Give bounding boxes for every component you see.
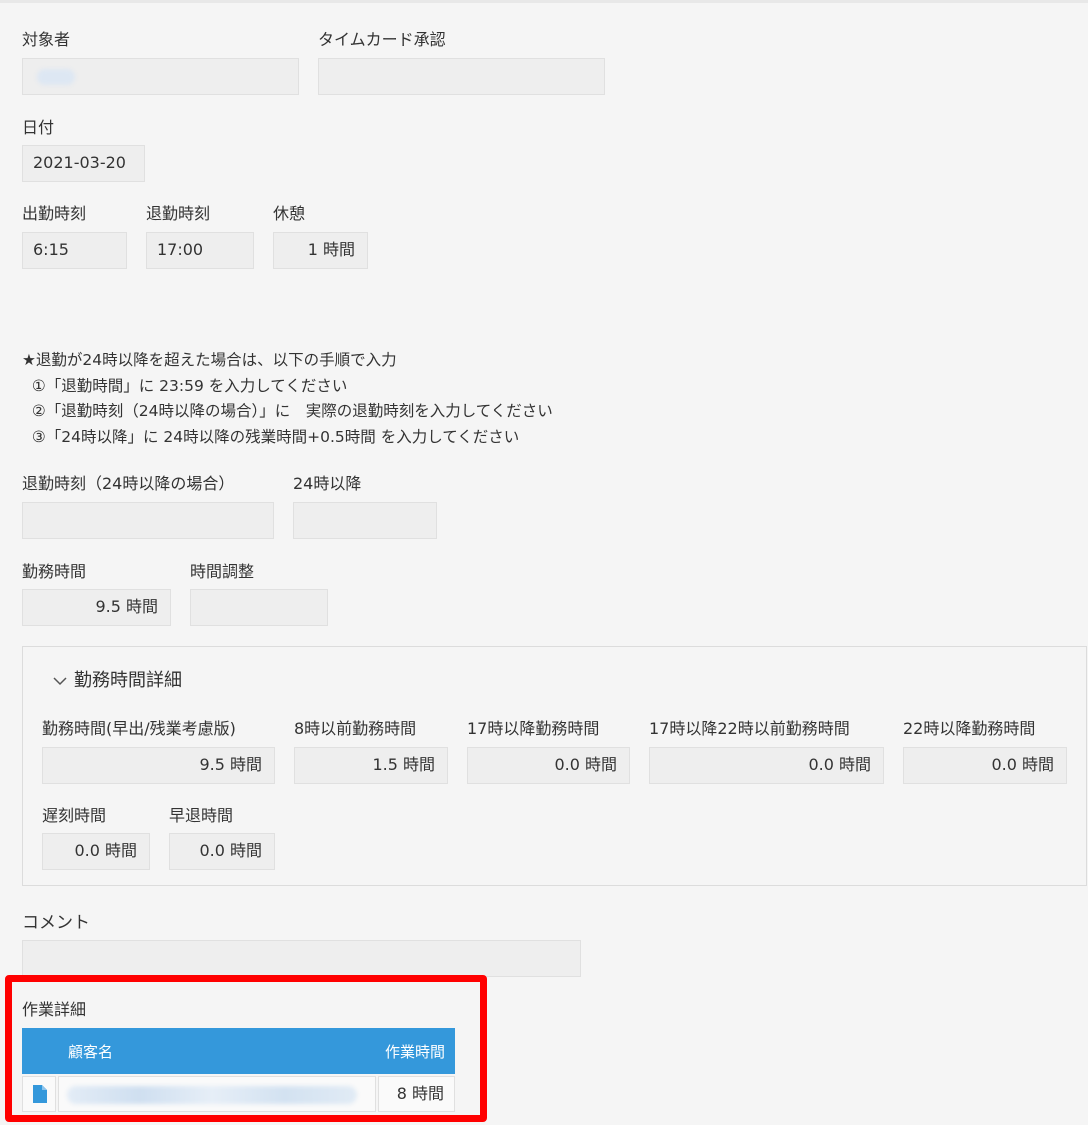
detail-label-5: 遅刻時間 <box>42 806 107 825</box>
date-field[interactable]: 2021-03-20 <box>22 145 145 182</box>
top-border <box>0 0 1088 3</box>
detail-field-1[interactable]: 1.5 時間 <box>294 747 448 784</box>
detail-value-3: 0.0 時間 <box>808 755 871 774</box>
work-hours-field[interactable]: 9.5 時間 <box>22 589 171 626</box>
date-label: 日付 <box>22 118 55 137</box>
timecard-label: タイムカード承認 <box>318 30 446 49</box>
detail-value-4: 0.0 時間 <box>991 755 1054 774</box>
detail-field-3[interactable]: 0.0 時間 <box>649 747 884 784</box>
clock-out-label: 退勤時刻 <box>146 204 211 223</box>
column-work-hours[interactable]: 作業時間 <box>385 1041 445 1062</box>
clock-out-after24-label: 退勤時刻（24時以降の場合） <box>22 474 235 493</box>
chevron-down-icon <box>53 677 67 686</box>
clock-in-field[interactable]: 6:15 <box>22 232 127 269</box>
work-hours-row-value: 8 時間 <box>396 1084 444 1103</box>
redacted-customer <box>67 1086 357 1104</box>
adjust-field[interactable] <box>190 589 328 626</box>
break-value: 1 時間 <box>307 240 355 259</box>
instruction-note: ★退勤が24時以降を超えた場合は、以下の手順で入力 ①「退勤時間」に 23:59… <box>22 348 553 450</box>
target-field[interactable] <box>22 58 299 95</box>
detail-label-3: 17時以降22時以前勤務時間 <box>649 719 850 738</box>
detail-label-0: 勤務時間(早出/残業考慮版) <box>42 719 236 738</box>
detail-field-5[interactable]: 0.0 時間 <box>42 833 150 870</box>
work-detail-label: 作業詳細 <box>22 1000 87 1019</box>
note-line-3: ②「退勤時刻（24時以降の場合）」に 実際の退勤時刻を入力してください <box>22 402 553 420</box>
note-line-1: ★退勤が24時以降を超えた場合は、以下の手順で入力 <box>22 351 397 369</box>
detail-value-5: 0.0 時間 <box>74 841 137 860</box>
detail-title: 勤務時間詳細 <box>74 670 182 691</box>
comment-field[interactable] <box>22 940 581 977</box>
row-icon-cell[interactable] <box>22 1076 56 1112</box>
detail-label-1: 8時以前勤務時間 <box>294 719 417 738</box>
comment-label: コメント <box>22 913 90 933</box>
clock-out-after24-field[interactable] <box>22 502 274 539</box>
clock-out-value: 17:00 <box>157 240 204 259</box>
detail-field-4[interactable]: 0.0 時間 <box>903 747 1067 784</box>
customer-cell[interactable] <box>58 1076 376 1112</box>
date-value: 2021-03-20 <box>33 153 126 172</box>
after24-label: 24時以降 <box>293 474 362 493</box>
clock-in-label: 出勤時刻 <box>22 204 87 223</box>
detail-field-6[interactable]: 0.0 時間 <box>169 833 275 870</box>
note-line-2: ①「退勤時間」に 23:59 を入力してください <box>22 376 348 395</box>
work-hours-label: 勤務時間 <box>22 562 87 581</box>
break-label: 休憩 <box>273 204 306 223</box>
work-hours-value: 9.5 時間 <box>95 597 158 616</box>
clock-in-value: 6:15 <box>33 240 69 259</box>
detail-value-2: 0.0 時間 <box>554 755 617 774</box>
detail-value-1: 1.5 時間 <box>372 755 435 774</box>
break-field[interactable]: 1 時間 <box>273 232 368 269</box>
after24-field[interactable] <box>293 502 437 539</box>
table-row[interactable]: 8 時間 <box>22 1076 455 1112</box>
detail-label-2: 17時以降勤務時間 <box>467 719 600 738</box>
adjust-label: 時間調整 <box>190 562 255 581</box>
redacted-name <box>37 69 75 85</box>
work-hours-cell[interactable]: 8 時間 <box>378 1076 455 1112</box>
clock-out-field[interactable]: 17:00 <box>146 232 254 269</box>
document-icon[interactable] <box>33 1085 47 1103</box>
detail-value-6: 0.0 時間 <box>199 841 262 860</box>
detail-label-6: 早退時間 <box>169 806 234 825</box>
detail-field-2[interactable]: 0.0 時間 <box>467 747 630 784</box>
timecard-field[interactable] <box>318 58 605 95</box>
note-line-4: ③「24時以降」に 24時以降の残業時間+0.5時間 を入力してください <box>22 427 520 446</box>
work-detail-table-header: 顧客名 作業時間 <box>22 1028 455 1074</box>
detail-value-0: 9.5 時間 <box>199 755 262 774</box>
column-customer[interactable]: 顧客名 <box>68 1041 113 1062</box>
detail-toggle[interactable]: 勤務時間詳細 <box>52 669 182 693</box>
detail-field-0[interactable]: 9.5 時間 <box>42 747 275 784</box>
detail-label-4: 22時以降勤務時間 <box>903 719 1036 738</box>
target-label: 対象者 <box>22 30 71 49</box>
